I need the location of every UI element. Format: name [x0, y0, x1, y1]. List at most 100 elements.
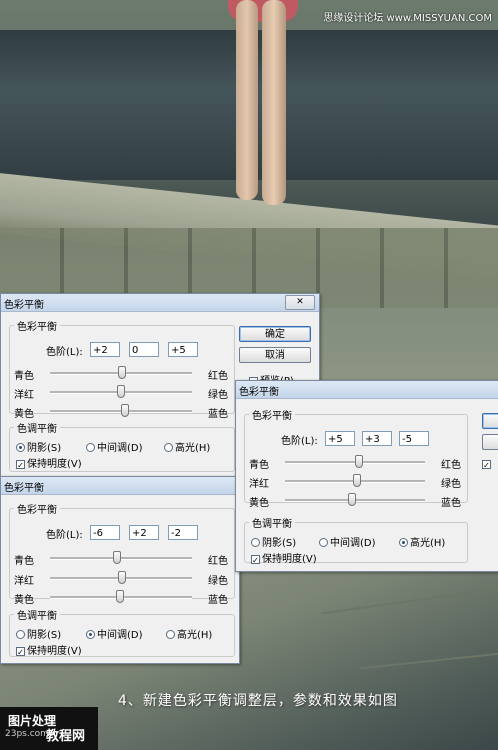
slider-cyan-red: 青色 红色 [249, 455, 461, 471]
radio-midtones[interactable]: 中间调(D) [319, 534, 376, 549]
ok-button[interactable]: 确定 [239, 326, 311, 342]
levels-label: 色阶(L): [46, 347, 83, 358]
slider-cyan-red: 青色 红色 [14, 551, 228, 567]
ok-button-partial[interactable] [482, 413, 498, 429]
site-watermark: 思缘设计论坛 www.MISSYUAN.COM [323, 13, 492, 24]
slider-left-label: 青色 [14, 556, 34, 567]
right-leg [262, 0, 286, 205]
level-input-yellow-blue[interactable]: -2 [168, 525, 198, 540]
slider-yellow-blue: 黄色 蓝色 [14, 590, 228, 606]
radio-shadows[interactable]: 阴影(S) [16, 439, 61, 454]
slider-right-label: 红色 [208, 556, 228, 567]
dialog-title: 色彩平衡 [239, 387, 279, 398]
radio-highlights[interactable]: 高光(H) [399, 534, 445, 549]
tone-balance-group: 色调平衡 阴影(S) 中间调(D) 高光(H) ✓ 保持明度(V) [9, 420, 235, 472]
color-balance-group: 色彩平衡 色阶(L): -6 +2 -2 青色 红色 洋红 绿色 黄色 蓝色 [9, 501, 235, 606]
radio-dot[interactable] [86, 630, 95, 639]
close-button[interactable]: ✕ [285, 295, 315, 310]
tile-seam [320, 587, 498, 615]
level-input-cyan-red[interactable]: -6 [90, 525, 120, 540]
tone-radio-row: 阴影(S) 中间调(D) 高光(H) [16, 439, 240, 454]
level-input-yellow-blue[interactable]: +5 [168, 342, 198, 357]
slider-yellow-blue: 黄色 蓝色 [249, 493, 461, 509]
radio-dot[interactable] [86, 443, 95, 452]
checkbox-box[interactable]: ✓ [16, 647, 25, 657]
radio-dot[interactable] [166, 630, 175, 639]
checkbox-label: 保持明度(V) [27, 459, 82, 470]
level-input-magenta-green[interactable]: +2 [129, 525, 159, 540]
color-balance-dialog-midtones: 色彩平衡 色彩平衡 色阶(L): -6 +2 -2 青色 红色 洋红 绿色 黄色… [0, 476, 240, 664]
dialog-titlebar[interactable]: 色彩平衡 [236, 381, 498, 399]
slider-magenta-green: 洋红 绿色 [14, 385, 228, 401]
preserve-luminosity-checkbox[interactable]: ✓ 保持明度(V) [16, 642, 82, 657]
slider-yellow-blue: 黄色 蓝色 [14, 404, 228, 420]
radio-dot[interactable] [164, 443, 173, 452]
slider-right-label: 红色 [441, 460, 461, 471]
levels-label: 色阶(L): [281, 436, 318, 447]
radio-midtones[interactable]: 中间调(D) [86, 626, 143, 641]
slider-right-label: 绿色 [208, 390, 228, 401]
preserve-luminosity-checkbox[interactable]: ✓ 保持明度(V) [251, 550, 317, 565]
level-input-magenta-green[interactable]: 0 [129, 342, 159, 357]
radio-midtones[interactable]: 中间调(D) [86, 439, 143, 454]
checkbox-label: 保持明度(V) [262, 554, 317, 565]
dialog-titlebar[interactable]: 色彩平衡 [1, 477, 239, 495]
radio-label: 中间调(D) [330, 538, 376, 549]
slider-right-label: 蓝色 [208, 409, 228, 420]
radio-dot[interactable] [399, 538, 408, 547]
checkbox-box[interactable]: ✓ [16, 460, 25, 470]
tone-radio-row: 阴影(S) 中间调(D) 高光(H) [16, 626, 240, 641]
tone-balance-group: 色调平衡 阴影(S) 中间调(D) 高光(H) ✓ 保持明度(V) [244, 515, 468, 565]
dialog-title: 色彩平衡 [4, 483, 44, 494]
slider-right-label: 绿色 [441, 479, 461, 490]
slider-thumb[interactable] [118, 571, 127, 584]
radio-highlights[interactable]: 高光(H) [164, 439, 210, 454]
slider-left-label: 黄色 [14, 595, 34, 606]
radio-dot[interactable] [16, 443, 25, 452]
level-input-cyan-red[interactable]: +2 [90, 342, 120, 357]
radio-dot[interactable] [16, 630, 25, 639]
radio-label: 阴影(S) [262, 538, 297, 549]
slider-right-label: 蓝色 [441, 498, 461, 509]
cancel-button[interactable]: 取消 [239, 347, 311, 363]
dialog-titlebar[interactable]: 色彩平衡 ✕ [1, 294, 319, 312]
radio-dot[interactable] [319, 538, 328, 547]
preserve-luminosity-checkbox[interactable]: ✓ 保持明度(V) [16, 455, 82, 470]
slider-left-label: 洋红 [249, 479, 269, 490]
slider-right-label: 绿色 [208, 576, 228, 587]
cancel-button-partial[interactable] [482, 434, 498, 450]
group-label: 色彩平衡 [252, 411, 292, 422]
group-label: 色调平衡 [17, 424, 57, 435]
slider-thumb[interactable] [354, 455, 363, 468]
level-input-yellow-blue[interactable]: -5 [399, 431, 429, 446]
preview-checkbox[interactable]: ✓ [482, 459, 493, 470]
checkbox-label: 保持明度(V) [27, 646, 82, 657]
level-input-magenta-green[interactable]: +3 [362, 431, 392, 446]
slider-track [285, 455, 425, 468]
slider-track [50, 366, 192, 379]
slider-left-label: 黄色 [14, 409, 34, 420]
slider-track [50, 571, 192, 584]
slider-track [50, 385, 192, 398]
logo-url: 23ps.com [5, 729, 49, 739]
logo-text-2: 教程网 [46, 729, 86, 744]
slider-thumb[interactable] [112, 551, 121, 564]
slider-thumb[interactable] [117, 385, 125, 398]
slider-left-label: 青色 [14, 371, 34, 382]
radio-highlights[interactable]: 高光(H) [166, 626, 212, 641]
radio-dot[interactable] [251, 538, 260, 547]
slider-thumb[interactable] [115, 590, 124, 603]
radio-shadows[interactable]: 阴影(S) [16, 626, 61, 641]
group-label: 色彩平衡 [17, 505, 57, 516]
group-label: 色调平衡 [252, 519, 292, 530]
slider-thumb[interactable] [353, 474, 362, 487]
radio-label: 高光(H) [175, 443, 211, 454]
slider-magenta-green: 洋红 绿色 [249, 474, 461, 490]
radio-shadows[interactable]: 阴影(S) [251, 534, 296, 549]
slider-thumb[interactable] [347, 493, 356, 506]
checkbox-box[interactable]: ✓ [251, 555, 260, 565]
checkbox-box[interactable]: ✓ [482, 460, 491, 470]
slider-thumb[interactable] [118, 366, 127, 379]
level-input-cyan-red[interactable]: +5 [325, 431, 355, 446]
slider-thumb[interactable] [120, 404, 129, 417]
